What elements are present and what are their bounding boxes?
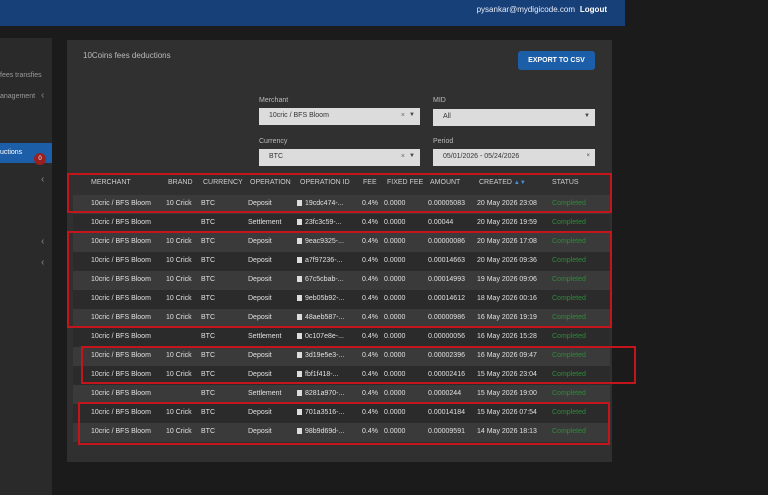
chevron-down-icon[interactable]: ▼	[584, 113, 590, 119]
chevron-left-icon[interactable]: ‹	[41, 257, 44, 268]
mid-select[interactable]: All ▼	[433, 109, 595, 126]
chevron-left-icon[interactable]: ‹	[41, 174, 44, 185]
sidebar: fees transfies anagement ‹ uctions 0 ‹ ‹…	[0, 38, 52, 495]
cell-fee: 0.4%	[362, 333, 378, 340]
cell-opid[interactable]: 0c107e8e-...	[297, 333, 344, 340]
chevron-down-icon[interactable]: ▼	[409, 112, 415, 118]
notification-badge: 0	[34, 153, 46, 165]
cell-created: 16 May 2026 15:28	[477, 333, 537, 340]
cell-amount: 0.00000056	[428, 333, 465, 340]
cell-merchant: 10cric / BFS Bloom	[91, 390, 151, 397]
clear-icon[interactable]: ×	[401, 112, 405, 119]
highlight-box	[67, 231, 612, 328]
currency-value: BTC	[269, 153, 283, 160]
cell-created: 20 May 2026 19:59	[477, 219, 537, 226]
currency-select[interactable]: BTC × ▼	[259, 149, 420, 166]
sidebar-item-management[interactable]: anagement	[0, 93, 35, 100]
cell-status: Completed	[552, 219, 586, 226]
period-label: Period	[433, 138, 454, 145]
copy-icon[interactable]	[297, 390, 302, 396]
cell-operation: Settlement	[248, 333, 282, 340]
cell-amount: 0.0000244	[428, 390, 462, 397]
logout-link[interactable]: Logout	[580, 5, 607, 14]
highlight-box	[81, 346, 636, 384]
cell-created: 15 May 2026 19:00	[477, 390, 537, 397]
table-row[interactable]: 10cric / BFS Bloom BTC Settlement 0c107e8e-…	[73, 328, 610, 347]
copy-icon[interactable]	[297, 219, 302, 225]
export-csv-button[interactable]: EXPORT TO CSV	[518, 51, 595, 70]
mid-label: MID	[433, 97, 446, 104]
cell-amount: 0.00044	[428, 219, 454, 226]
clear-icon[interactable]: ×	[586, 153, 590, 159]
clear-icon[interactable]: ×	[401, 153, 405, 160]
copy-icon[interactable]	[297, 333, 302, 339]
operation-id-text: 0c107e8e-...	[305, 333, 344, 340]
cell-opid[interactable]: 23fc3c59-...	[297, 219, 342, 226]
top-bar: pysankar@mydigicode.com Logout	[0, 0, 625, 26]
period-input[interactable]: 05/01/2026 - 05/24/2026 ×	[433, 149, 595, 166]
merchant-label: Merchant	[259, 97, 289, 104]
chevron-left-icon[interactable]: ‹	[41, 236, 44, 247]
sidebar-item-fees[interactable]: fees transfies	[0, 72, 42, 79]
cell-fixed: 0.0000	[384, 219, 406, 226]
cell-fixed: 0.0000	[384, 333, 406, 340]
currency-label: Currency	[259, 138, 288, 145]
cell-fixed: 0.0000	[384, 390, 406, 397]
cell-fee: 0.4%	[362, 390, 378, 397]
mid-value: All	[443, 113, 451, 120]
cell-currency: BTC	[201, 333, 215, 340]
user-email: pysankar@mydigicode.com	[476, 5, 575, 14]
merchant-value: 10cric / BFS Bloom	[269, 112, 329, 119]
period-value: 05/01/2026 - 05/24/2026	[443, 153, 520, 160]
cell-status: Completed	[552, 333, 586, 340]
sidebar-item-label: uctions	[0, 149, 23, 156]
cell-operation: Settlement	[248, 219, 282, 226]
cell-merchant: 10cric / BFS Bloom	[91, 333, 151, 340]
highlight-box	[67, 173, 612, 213]
cell-opid[interactable]: 8281a970-...	[297, 390, 344, 397]
chevron-down-icon[interactable]: ▼	[409, 153, 415, 159]
cell-merchant: 10cric / BFS Bloom	[91, 219, 151, 226]
cell-fee: 0.4%	[362, 219, 378, 226]
cell-currency: BTC	[201, 390, 215, 397]
cell-currency: BTC	[201, 219, 215, 226]
chevron-left-icon[interactable]: ‹	[41, 90, 44, 101]
cell-operation: Settlement	[248, 390, 282, 397]
page-title: 10Coins fees deductions	[83, 51, 171, 60]
merchant-select[interactable]: 10cric / BFS Bloom × ▼	[259, 108, 420, 125]
operation-id-text: 8281a970-...	[305, 390, 345, 397]
cell-status: Completed	[552, 390, 586, 397]
operation-id-text: 23fc3c59-...	[305, 219, 342, 226]
highlight-box	[78, 402, 610, 445]
